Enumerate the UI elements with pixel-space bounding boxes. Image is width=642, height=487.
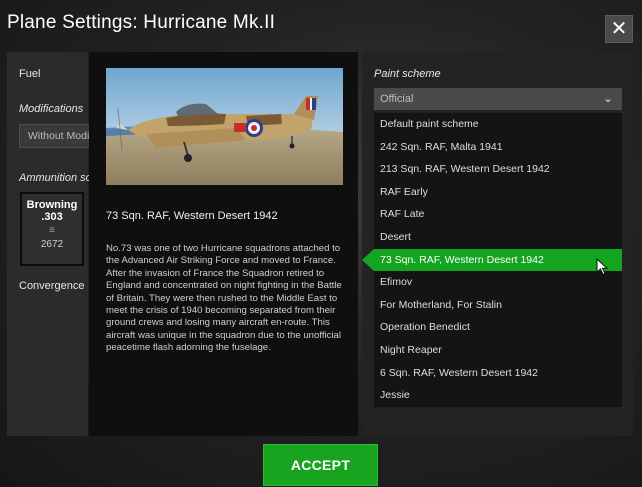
paint-scheme-item[interactable]: 242 Sqn. RAF, Malta 1941 bbox=[374, 136, 622, 159]
chevron-down-icon: ⌄ bbox=[602, 91, 613, 105]
paint-filter-dropdown[interactable]: Official ⌄ bbox=[374, 88, 622, 110]
paint-scheme-list: Default paint scheme 242 Sqn. RAF, Malta … bbox=[374, 113, 622, 407]
close-button[interactable]: ✕ bbox=[605, 15, 633, 43]
window-title: Plane Settings: Hurricane Mk.II bbox=[7, 12, 276, 33]
selected-scheme-title: 73 Sqn. RAF, Western Desert 1942 bbox=[106, 210, 278, 222]
paint-scheme-item[interactable]: 6 Sqn. RAF, Western Desert 1942 bbox=[374, 362, 622, 385]
accept-label: ACCEPT bbox=[290, 457, 351, 473]
paint-scheme-item[interactable]: For Motherland, For Stalin bbox=[374, 294, 622, 317]
paint-scheme-item[interactable]: Jessie bbox=[374, 384, 622, 407]
bullet-icon: ≡ bbox=[49, 225, 55, 236]
paint-scheme-item[interactable]: Desert bbox=[374, 226, 622, 249]
modifications-label: Modifications bbox=[19, 103, 84, 115]
close-icon: ✕ bbox=[610, 18, 628, 40]
paint-scheme-item[interactable]: Efimov bbox=[374, 271, 622, 294]
paint-scheme-item[interactable]: RAF Early bbox=[374, 181, 622, 204]
fuel-label: Fuel bbox=[19, 68, 41, 80]
paint-scheme-item[interactable]: 73 Sqn. RAF, Western Desert 1942 bbox=[374, 248, 622, 272]
paint-scheme-item[interactable]: Default paint scheme bbox=[374, 113, 622, 136]
ammo-count: 2672 bbox=[40, 239, 64, 250]
selection-arrow-icon bbox=[362, 249, 374, 271]
mouse-cursor-icon bbox=[596, 258, 609, 276]
accept-button[interactable]: ACCEPT bbox=[263, 444, 378, 486]
paint-scheme-item[interactable]: Night Reaper bbox=[374, 339, 622, 362]
ammo-name: Browning .303 bbox=[26, 199, 78, 223]
paint-filter-value: Official bbox=[380, 93, 414, 105]
paint-scheme-label: Paint scheme bbox=[374, 68, 441, 80]
scheme-description: No.73 was one of two Hurricane squadrons… bbox=[106, 243, 342, 354]
paint-scheme-item[interactable]: Operation Benedict bbox=[374, 316, 622, 339]
plane-preview-image bbox=[106, 68, 343, 185]
paint-scheme-item[interactable]: RAF Late bbox=[374, 203, 622, 226]
convergence-label: Convergence bbox=[19, 280, 85, 292]
paint-scheme-item[interactable]: 213 Sqn. RAF, Western Desert 1942 bbox=[374, 158, 622, 181]
ammo-card[interactable]: Browning .303 ≡ 2672 bbox=[20, 192, 84, 266]
